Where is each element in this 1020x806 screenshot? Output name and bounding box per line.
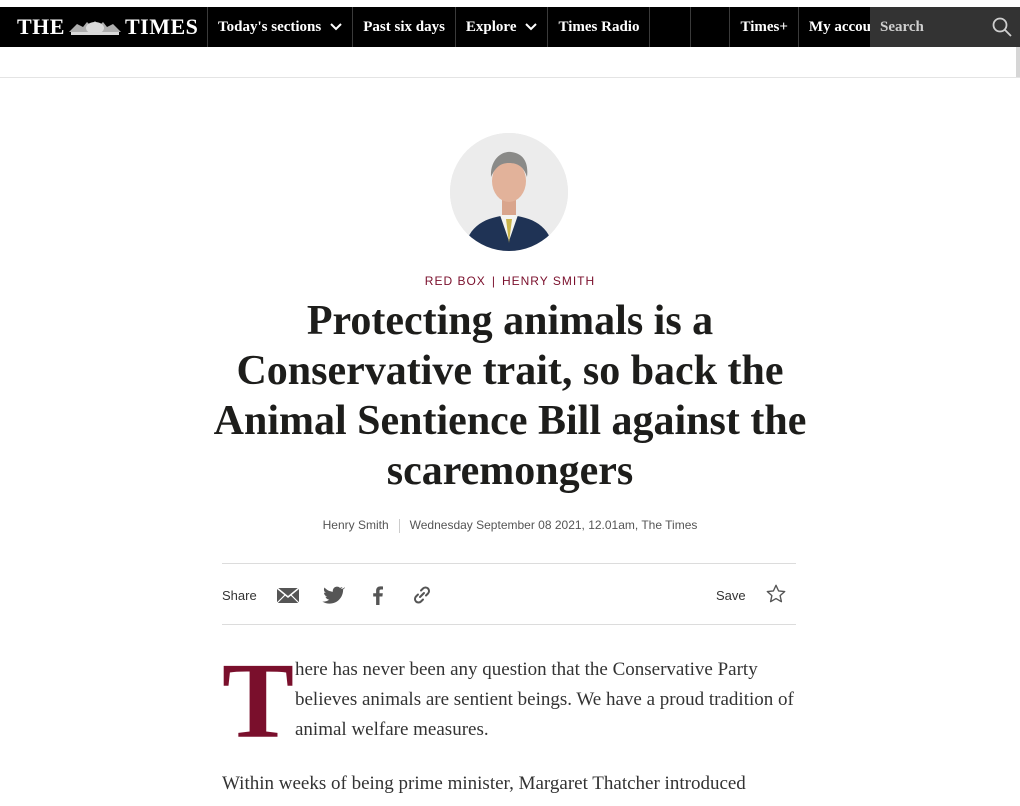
kicker-section[interactable]: RED BOX (425, 274, 486, 288)
nav-todays-sections-label: Today's sections (218, 18, 322, 35)
author-portrait-image (450, 133, 568, 251)
facebook-icon[interactable] (366, 583, 390, 607)
nav-times-plus[interactable]: Times+ (729, 7, 799, 47)
email-icon[interactable] (276, 583, 300, 607)
toolbar-bottom-rule (222, 624, 796, 625)
link-icon[interactable] (410, 583, 434, 607)
search-box[interactable]: Search (870, 7, 1020, 47)
chevron-down-icon (525, 23, 538, 31)
article-paragraph: Within weeks of being prime minister, Ma… (222, 773, 746, 794)
nav-times-radio[interactable]: Times Radio (548, 7, 651, 47)
byline-date: Wednesday September 08 2021, 12.01am, Th… (409, 518, 698, 532)
share-toolbar: Share Save (222, 578, 796, 612)
twitter-icon[interactable] (321, 583, 345, 607)
nav-spacer (650, 7, 692, 47)
article-byline: Henry Smith Wednesday September 08 2021, … (0, 518, 1020, 533)
article-headline: Protecting animals is a Conservative tra… (213, 298, 807, 494)
drop-cap: T (222, 642, 295, 761)
nav-times-radio-label: Times Radio (558, 18, 640, 35)
search-placeholder: Search (880, 18, 924, 35)
article-kicker: RED BOX | HENRY SMITH (0, 274, 1020, 288)
header-divider (0, 77, 1020, 78)
search-icon[interactable] (992, 17, 1012, 37)
nav-past-six-days[interactable]: Past six days (353, 7, 456, 47)
nav-todays-sections[interactable]: Today's sections (208, 7, 354, 47)
star-icon[interactable] (765, 583, 787, 605)
scrollbar-thumb[interactable] (1016, 47, 1020, 77)
save-button[interactable]: Save (716, 588, 746, 603)
chevron-down-icon (330, 23, 342, 31)
nav-past-six-days-label: Past six days (363, 18, 445, 35)
logo-text-times: TIMES (124, 14, 199, 39)
nav-times-plus-label: Times+ (740, 18, 788, 35)
kicker-separator: | (491, 274, 496, 288)
crest-icon (68, 21, 121, 35)
logo-text-the: THE (17, 14, 65, 39)
top-navigation-bar: THE TIMES Today's sections Past six days… (0, 7, 1020, 47)
share-label: Share (222, 588, 257, 603)
author-avatar (450, 133, 568, 251)
times-logo[interactable]: THE TIMES (0, 7, 208, 47)
nav-explore-label: Explore (465, 18, 517, 35)
nav-explore[interactable]: Explore (456, 7, 549, 47)
nav-gap (691, 7, 729, 47)
byline-separator (398, 518, 400, 533)
toolbar-top-rule (222, 563, 796, 564)
byline-author[interactable]: Henry Smith (323, 518, 389, 532)
kicker-author[interactable]: HENRY SMITH (502, 274, 595, 288)
article-paragraph: here has never been any question that th… (295, 659, 794, 740)
